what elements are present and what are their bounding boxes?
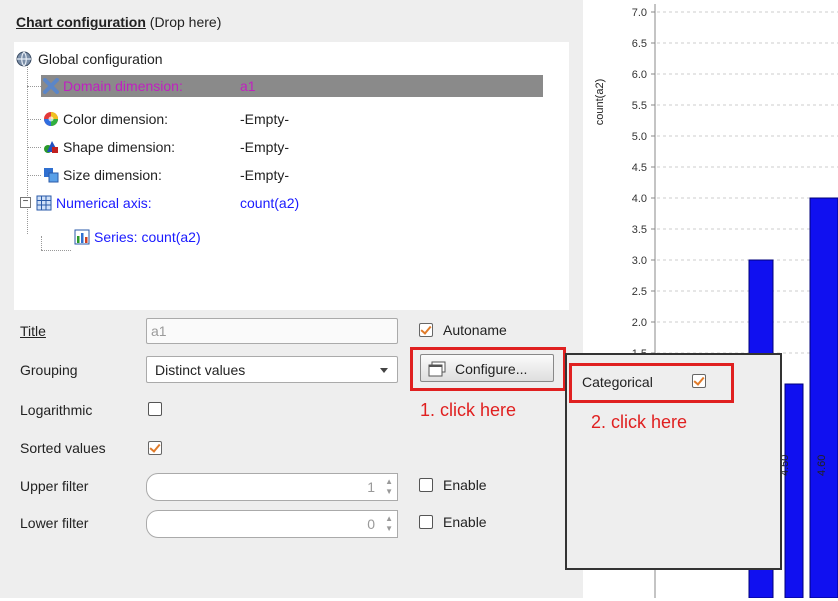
tree-item-size-dimension[interactable]: Size dimension: -Empty- bbox=[41, 164, 441, 186]
tree-line bbox=[27, 119, 41, 120]
sorted-values-label: Sorted values bbox=[20, 440, 106, 456]
upper-filter-enable-checkbox[interactable] bbox=[419, 478, 433, 492]
sorted-values-checkbox[interactable] bbox=[148, 441, 162, 455]
collapse-toggle-icon[interactable]: − bbox=[20, 197, 31, 208]
chart-configuration-panel: Chart configuration (Drop here) Global c… bbox=[0, 0, 583, 598]
annotation-box-configure bbox=[410, 347, 566, 391]
y-tick-label: 5.0 bbox=[632, 131, 647, 143]
tree-line bbox=[41, 250, 71, 251]
tree-item-global[interactable]: Global configuration bbox=[16, 48, 316, 70]
y-tick-label: 4.5 bbox=[632, 162, 647, 174]
y-tick-label: 6.0 bbox=[632, 69, 647, 81]
logarithmic-label: Logarithmic bbox=[20, 402, 93, 418]
autoname-label: Autoname bbox=[443, 322, 507, 338]
configuration-tree[interactable]: Global configuration Domain dimension: a… bbox=[14, 42, 569, 310]
panel-title: Chart configuration (Drop here) bbox=[16, 14, 222, 30]
table-grid-icon bbox=[36, 195, 52, 211]
spinner-arrows-icon[interactable]: ▲ ▼ bbox=[385, 477, 393, 497]
lower-filter-enable-checkbox[interactable] bbox=[419, 515, 433, 529]
tree-line bbox=[27, 147, 41, 148]
lower-filter-label: Lower filter bbox=[20, 515, 89, 531]
y-tick-label: 2.5 bbox=[632, 286, 647, 298]
upper-filter-spinner[interactable]: 1 ▲ ▼ bbox=[146, 473, 398, 501]
color-wheel-icon bbox=[44, 112, 58, 126]
x-tick-label: 4.60 bbox=[816, 455, 828, 476]
tree-line bbox=[27, 86, 41, 87]
y-tick-label: 7.0 bbox=[632, 7, 647, 19]
y-tick-label: 6.5 bbox=[632, 38, 647, 50]
y-axis-label: count(a2) bbox=[594, 79, 606, 125]
title-label: Title bbox=[20, 323, 46, 339]
size-squares-icon bbox=[44, 168, 59, 183]
shapes-icon bbox=[44, 141, 58, 153]
bar-chart-icon bbox=[74, 229, 90, 245]
tree-item-domain-dimension[interactable]: Domain dimension: a1 bbox=[41, 75, 543, 97]
y-tick-label: 5.5 bbox=[632, 100, 647, 112]
annotation-step1: 1. click here bbox=[420, 400, 517, 420]
y-tick-label: 3.5 bbox=[632, 224, 647, 236]
lower-filter-enable-label: Enable bbox=[443, 514, 487, 530]
spinner-arrows-icon[interactable]: ▲ ▼ bbox=[385, 514, 393, 534]
tree-item-numerical-axis[interactable]: − Numerical axis: count(a2) bbox=[20, 192, 440, 214]
grouping-select[interactable]: Distinct values bbox=[146, 356, 398, 383]
grouping-label: Grouping bbox=[20, 362, 78, 378]
annotation-box-categorical bbox=[569, 363, 734, 403]
globe-icon bbox=[16, 51, 32, 67]
title-input[interactable]: a1 bbox=[146, 318, 398, 344]
logarithmic-checkbox[interactable] bbox=[148, 402, 162, 416]
upper-filter-enable-label: Enable bbox=[443, 477, 487, 493]
dropdown-arrow-icon bbox=[380, 368, 388, 373]
y-tick-label: 3.0 bbox=[632, 255, 647, 267]
tree-line bbox=[41, 236, 42, 250]
tree-item-color-dimension[interactable]: Color dimension: -Empty- bbox=[41, 108, 441, 130]
bar bbox=[809, 197, 838, 599]
tree-line bbox=[27, 175, 41, 176]
tree-item-series[interactable]: Series: count(a2) bbox=[72, 226, 372, 248]
y-tick-label: 4.0 bbox=[632, 193, 647, 205]
y-tick-label: 2.0 bbox=[632, 317, 647, 329]
autoname-checkbox[interactable] bbox=[419, 323, 433, 337]
domain-cross-icon bbox=[43, 78, 59, 94]
lower-filter-spinner[interactable]: 0 ▲ ▼ bbox=[146, 510, 398, 538]
annotation-step2: 2. click here bbox=[591, 412, 688, 432]
tree-item-shape-dimension[interactable]: Shape dimension: -Empty- bbox=[41, 136, 441, 158]
configure-popup: Categorical 2. click here bbox=[565, 353, 782, 570]
upper-filter-label: Upper filter bbox=[20, 478, 89, 494]
bar bbox=[784, 383, 804, 599]
